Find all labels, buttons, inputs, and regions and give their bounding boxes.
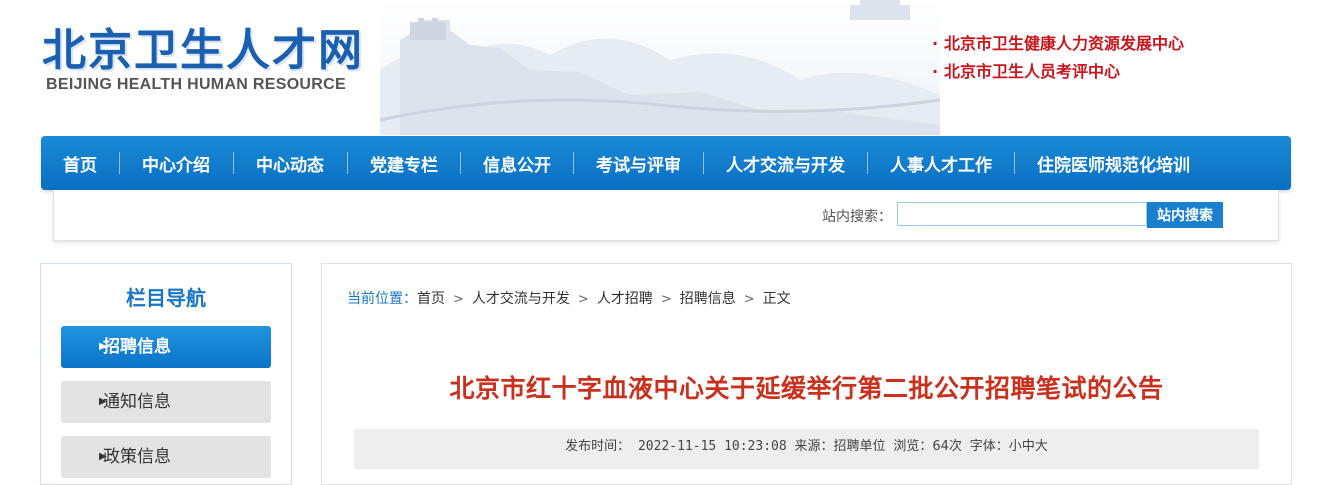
nav-divider xyxy=(703,152,704,174)
article-meta: 发布时间： 2022-11-15 10:23:08 来源：招聘单位 浏览：64次… xyxy=(354,429,1259,469)
breadcrumb: 当前位置：首页 > 人才交流与开发 > 人才招聘 > 招聘信息 > 正文 xyxy=(347,288,791,308)
main-nav: 首页 中心介绍 中心动态 党建专栏 信息公开 考试与评审 人才交流与开发 人事人… xyxy=(41,136,1291,190)
chevron-right-icon: ▶ xyxy=(99,451,107,462)
font-size-large[interactable]: 大 xyxy=(1035,439,1048,454)
link-hr-development-center[interactable]: · 北京市卫生健康人力资源发展中心 xyxy=(932,30,1184,58)
chevron-right-icon: > xyxy=(577,292,589,307)
nav-item-residency-training[interactable]: 住院医师规范化培训 xyxy=(1037,151,1190,176)
search-button[interactable]: 站内搜索 xyxy=(1147,202,1223,228)
nav-item-about[interactable]: 中心介绍 xyxy=(142,151,210,176)
nav-item-news[interactable]: 中心动态 xyxy=(256,151,324,176)
link-label: 北京市卫生人员考评中心 xyxy=(944,62,1121,81)
sidebar-item-label: 政策信息 xyxy=(103,447,171,467)
breadcrumb-recruitment[interactable]: 人才招聘 xyxy=(597,291,653,307)
nav-item-disclosure[interactable]: 信息公开 xyxy=(483,151,551,176)
nav-divider xyxy=(1014,152,1015,174)
nav-item-talent-exchange[interactable]: 人才交流与开发 xyxy=(726,151,845,176)
font-size-medium[interactable]: 中 xyxy=(1022,439,1035,454)
nav-divider xyxy=(867,152,868,174)
font-size-label: 字体： xyxy=(969,439,1009,454)
main-content: 当前位置：首页 > 人才交流与开发 > 人才招聘 > 招聘信息 > 正文 北京市红十字血液中心关… xyxy=(321,263,1292,485)
search-input[interactable] xyxy=(897,202,1147,226)
nav-item-party[interactable]: 党建专栏 xyxy=(370,151,438,176)
sidebar-item-label: 通知信息 xyxy=(103,392,171,412)
search-bar: 站内搜索： 站内搜索 xyxy=(53,190,1279,241)
nav-divider xyxy=(233,152,234,174)
search-label: 站内搜索： xyxy=(822,209,892,225)
great-wall-banner-image xyxy=(380,0,940,135)
breadcrumb-home[interactable]: 首页 xyxy=(417,291,445,307)
nav-item-exams[interactable]: 考试与评审 xyxy=(596,151,681,176)
chevron-right-icon: ▶ xyxy=(99,396,107,407)
nav-item-personnel-work[interactable]: 人事人才工作 xyxy=(890,151,992,176)
sidebar-item-policies[interactable]: ▶ 政策信息 xyxy=(61,436,271,478)
link-personnel-evaluation-center[interactable]: · 北京市卫生人员考评中心 xyxy=(932,58,1184,86)
sidebar-item-recruitment[interactable]: ▶ 招聘信息 xyxy=(61,326,271,368)
views-label: 浏览： xyxy=(893,439,933,454)
article-title: 北京市红十字血液中心关于延缓举行第二批公开招聘笔试的公告 xyxy=(449,374,1164,403)
font-size-small[interactable]: 小 xyxy=(1009,439,1022,454)
nav-divider xyxy=(573,152,574,174)
views-count: 64次 xyxy=(932,439,962,454)
bullet-icon: · xyxy=(932,34,939,53)
nav-divider xyxy=(460,152,461,174)
chevron-right-icon: > xyxy=(660,292,672,307)
link-label: 北京市卫生健康人力资源发展中心 xyxy=(944,34,1185,53)
header-links: · 北京市卫生健康人力资源发展中心 · 北京市卫生人员考评中心 xyxy=(932,30,1184,86)
breadcrumb-current: 正文 xyxy=(762,291,791,307)
source-value: 招聘单位 xyxy=(833,439,886,454)
breadcrumb-label: 当前位置： xyxy=(347,291,417,307)
nav-item-home[interactable]: 首页 xyxy=(63,151,97,176)
chevron-right-icon: ▶ xyxy=(99,341,107,352)
bullet-icon: · xyxy=(932,62,939,81)
sidebar: 栏目导航 ▶ 招聘信息 ▶ 通知信息 ▶ 政策信息 xyxy=(40,263,292,485)
sidebar-item-notices[interactable]: ▶ 通知信息 xyxy=(61,381,271,423)
nav-divider xyxy=(119,152,120,174)
publish-time-label: 发布时间： xyxy=(565,439,631,454)
sidebar-title: 栏目导航 xyxy=(126,286,206,310)
source-label: 来源： xyxy=(794,439,834,454)
site-header: 北京卫生人才网 BEIJING HEALTH HUMAN RESOURCE · 北… xyxy=(0,0,1327,135)
publish-time: 2022-11-15 10:23:08 xyxy=(637,439,787,454)
site-logo-subtitle: BEIJING HEALTH HUMAN RESOURCE xyxy=(46,76,346,93)
breadcrumb-recruitment-info[interactable]: 招聘信息 xyxy=(680,291,736,307)
breadcrumb-talent-exchange[interactable]: 人才交流与开发 xyxy=(472,291,570,307)
chevron-right-icon: > xyxy=(743,292,755,307)
site-logo-text[interactable]: 北京卫生人才网 xyxy=(42,14,364,78)
nav-divider xyxy=(347,152,348,174)
chevron-right-icon: > xyxy=(453,292,464,307)
sidebar-item-label: 招聘信息 xyxy=(103,337,171,357)
